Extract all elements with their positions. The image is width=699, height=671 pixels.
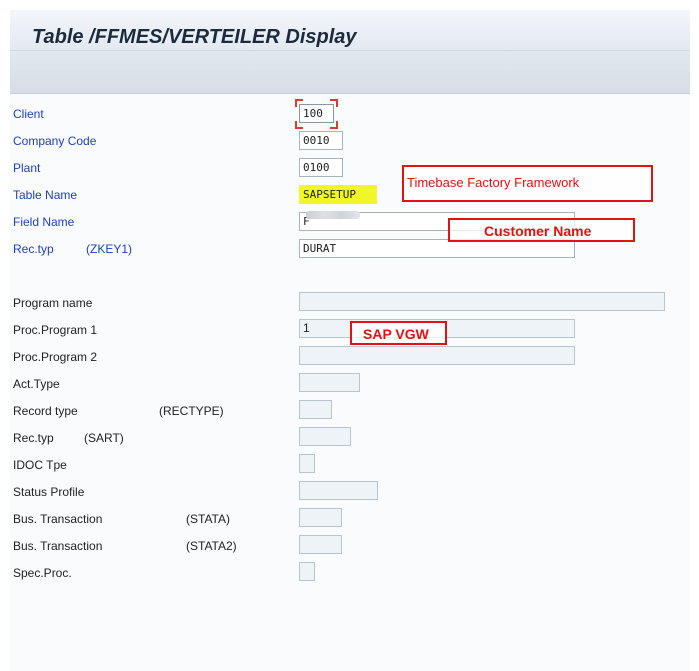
focus-corner-bl — [295, 121, 303, 129]
spec-proc-field[interactable] — [299, 562, 315, 581]
bus-transaction-stata-field[interactable] — [299, 508, 342, 527]
client-field[interactable]: 100 — [299, 104, 334, 123]
idoc-type-field[interactable] — [299, 454, 315, 473]
field-name-label: Field Name — [13, 215, 75, 229]
bus-transaction-stata2-field[interactable] — [299, 535, 342, 554]
bus-transaction-stata2-techname: (STATA2) — [186, 539, 237, 553]
annotation-framework: Timebase Factory Framework — [402, 165, 653, 202]
status-profile-label: Status Profile — [13, 485, 85, 499]
rec-typ-sart-techname: (SART) — [84, 431, 124, 445]
proc-program-1-label: Proc.Program 1 — [13, 323, 98, 337]
rec-typ-zkey1-techname: (ZKEY1) — [86, 242, 133, 256]
focus-corner-tl — [295, 99, 303, 107]
plant-field[interactable]: 0100 — [299, 158, 343, 177]
focus-corner-tr — [330, 99, 338, 107]
client-label: Client — [13, 107, 44, 121]
bus-transaction-stata-label: Bus. Transaction — [13, 512, 103, 526]
record-type-techname: (RECTYPE) — [159, 404, 224, 418]
plant-label: Plant — [13, 161, 41, 175]
bus-transaction-stata2-label: Bus. Transaction — [13, 539, 103, 553]
company-code-label: Company Code — [13, 134, 97, 148]
status-profile-field[interactable] — [299, 481, 378, 500]
application-toolbar — [10, 51, 690, 94]
table-name-label: Table Name — [13, 188, 78, 202]
focus-corner-br — [330, 121, 338, 129]
idoc-type-label: IDOC Tpe — [13, 458, 67, 472]
program-name-label: Program name — [13, 296, 93, 310]
company-code-field[interactable]: 0010 — [299, 131, 343, 150]
sap-table-display-window: Table /FFMES/VERTEILER Display Client 10… — [0, 0, 699, 671]
annotation-customer-name: Customer Name — [448, 218, 635, 242]
rec-typ-sart-field[interactable] — [299, 427, 351, 446]
record-type-field[interactable] — [299, 400, 332, 419]
page-title: Table /FFMES/VERTEILER Display — [32, 26, 357, 48]
proc-program-2-field[interactable] — [299, 346, 575, 365]
redacted-value — [306, 211, 360, 219]
program-name-field[interactable] — [299, 292, 665, 311]
table-name-field[interactable]: SAPSETUP — [299, 185, 377, 204]
annotation-sap-vgw: SAP VGW — [350, 321, 447, 345]
title-bar: Table /FFMES/VERTEILER Display — [10, 10, 690, 51]
bus-transaction-stata-techname: (STATA) — [186, 512, 230, 526]
rec-typ-sart-label: Rec.typ — [13, 431, 54, 445]
record-type-label: Record type — [13, 404, 78, 418]
rec-typ-zkey1-label: Rec.typ — [13, 242, 54, 256]
act-type-label: Act.Type — [13, 377, 60, 391]
proc-program-2-label: Proc.Program 2 — [13, 350, 98, 364]
act-type-field[interactable] — [299, 373, 360, 392]
spec-proc-label: Spec.Proc. — [13, 566, 72, 580]
